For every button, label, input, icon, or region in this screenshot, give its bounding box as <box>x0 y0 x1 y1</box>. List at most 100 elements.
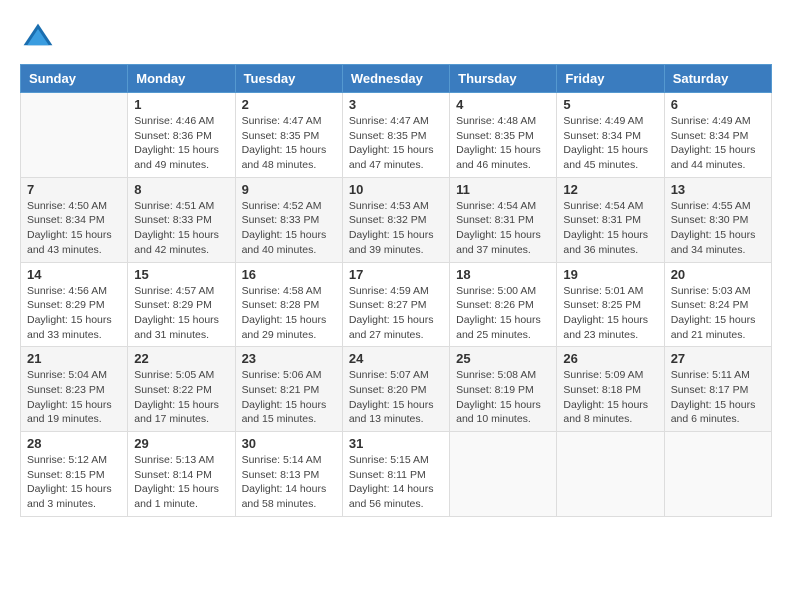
header-sunday: Sunday <box>21 65 128 93</box>
day-info: Sunrise: 4:52 AMSunset: 8:33 PMDaylight:… <box>242 199 336 258</box>
calendar-cell <box>664 432 771 517</box>
calendar-cell: 27 Sunrise: 5:11 AMSunset: 8:17 PMDayligh… <box>664 347 771 432</box>
day-info: Sunrise: 5:00 AMSunset: 8:26 PMDaylight:… <box>456 284 550 343</box>
day-info: Sunrise: 5:05 AMSunset: 8:22 PMDaylight:… <box>134 368 228 427</box>
day-info: Sunrise: 5:08 AMSunset: 8:19 PMDaylight:… <box>456 368 550 427</box>
calendar-cell: 22Sunrise: 5:05 AMSunset: 8:22 PMDayligh… <box>128 347 235 432</box>
day-number: 21 <box>27 351 121 366</box>
calendar-cell: 4 Sunrise: 4:48 AMSunset: 8:35 PMDaylight… <box>450 93 557 178</box>
day-number: 23 <box>242 351 336 366</box>
calendar-cell: 31 Sunrise: 5:15 AMSunset: 8:11 PMDayligh… <box>342 432 449 517</box>
day-number: 14 <box>27 267 121 282</box>
day-info: Sunrise: 4:47 AMSunset: 8:35 PMDaylight:… <box>242 114 336 173</box>
day-info: Sunrise: 5:03 AMSunset: 8:24 PMDaylight:… <box>671 284 765 343</box>
day-info: Sunrise: 4:49 AMSunset: 8:34 PMDaylight:… <box>671 114 765 173</box>
day-number: 15 <box>134 267 228 282</box>
day-info: Sunrise: 5:14 AMSunset: 8:13 PMDaylight:… <box>242 453 336 512</box>
day-number: 25 <box>456 351 550 366</box>
calendar-cell: 28 Sunrise: 5:12 AMSunset: 8:15 PMDayligh… <box>21 432 128 517</box>
calendar-cell: 2 Sunrise: 4:47 AMSunset: 8:35 PMDaylight… <box>235 93 342 178</box>
calendar-week-row: 28 Sunrise: 5:12 AMSunset: 8:15 PMDayligh… <box>21 432 772 517</box>
day-info: Sunrise: 4:50 AMSunset: 8:34 PMDaylight:… <box>27 199 121 258</box>
header-friday: Friday <box>557 65 664 93</box>
day-number: 9 <box>242 182 336 197</box>
calendar-table: SundayMondayTuesdayWednesdayThursdayFrid… <box>20 64 772 517</box>
day-info: Sunrise: 4:58 AMSunset: 8:28 PMDaylight:… <box>242 284 336 343</box>
calendar-cell: 29Sunrise: 5:13 AMSunset: 8:14 PMDayligh… <box>128 432 235 517</box>
header-thursday: Thursday <box>450 65 557 93</box>
calendar-cell: 30Sunrise: 5:14 AMSunset: 8:13 PMDayligh… <box>235 432 342 517</box>
calendar-cell: 17 Sunrise: 4:59 AMSunset: 8:27 PMDayligh… <box>342 262 449 347</box>
day-number: 31 <box>349 436 443 451</box>
day-number: 16 <box>242 267 336 282</box>
calendar-week-row: 14 Sunrise: 4:56 AMSunset: 8:29 PMDayligh… <box>21 262 772 347</box>
calendar-cell <box>450 432 557 517</box>
calendar-header-row: SundayMondayTuesdayWednesdayThursdayFrid… <box>21 65 772 93</box>
day-number: 28 <box>27 436 121 451</box>
calendar-cell: 8 Sunrise: 4:51 AMSunset: 8:33 PMDaylight… <box>128 177 235 262</box>
day-number: 11 <box>456 182 550 197</box>
day-number: 4 <box>456 97 550 112</box>
calendar-week-row: 1Sunrise: 4:46 AMSunset: 8:36 PMDaylight… <box>21 93 772 178</box>
calendar-cell: 25 Sunrise: 5:08 AMSunset: 8:19 PMDayligh… <box>450 347 557 432</box>
header-monday: Monday <box>128 65 235 93</box>
calendar-cell: 5Sunrise: 4:49 AMSunset: 8:34 PMDaylight… <box>557 93 664 178</box>
day-info: Sunrise: 5:06 AMSunset: 8:21 PMDaylight:… <box>242 368 336 427</box>
day-info: Sunrise: 4:54 AMSunset: 8:31 PMDaylight:… <box>456 199 550 258</box>
header-tuesday: Tuesday <box>235 65 342 93</box>
calendar-cell: 14 Sunrise: 4:56 AMSunset: 8:29 PMDayligh… <box>21 262 128 347</box>
calendar-cell: 20 Sunrise: 5:03 AMSunset: 8:24 PMDayligh… <box>664 262 771 347</box>
calendar-cell: 24 Sunrise: 5:07 AMSunset: 8:20 PMDayligh… <box>342 347 449 432</box>
logo <box>20 20 60 56</box>
day-number: 19 <box>563 267 657 282</box>
day-info: Sunrise: 5:11 AMSunset: 8:17 PMDaylight:… <box>671 368 765 427</box>
day-number: 5 <box>563 97 657 112</box>
day-info: Sunrise: 4:56 AMSunset: 8:29 PMDaylight:… <box>27 284 121 343</box>
day-info: Sunrise: 5:09 AMSunset: 8:18 PMDaylight:… <box>563 368 657 427</box>
day-info: Sunrise: 4:59 AMSunset: 8:27 PMDaylight:… <box>349 284 443 343</box>
day-info: Sunrise: 5:04 AMSunset: 8:23 PMDaylight:… <box>27 368 121 427</box>
day-info: Sunrise: 5:07 AMSunset: 8:20 PMDaylight:… <box>349 368 443 427</box>
day-number: 1 <box>134 97 228 112</box>
day-number: 7 <box>27 182 121 197</box>
day-info: Sunrise: 5:13 AMSunset: 8:14 PMDaylight:… <box>134 453 228 512</box>
day-number: 8 <box>134 182 228 197</box>
calendar-week-row: 21 Sunrise: 5:04 AMSunset: 8:23 PMDayligh… <box>21 347 772 432</box>
day-number: 18 <box>456 267 550 282</box>
calendar-cell: 6 Sunrise: 4:49 AMSunset: 8:34 PMDaylight… <box>664 93 771 178</box>
day-info: Sunrise: 5:01 AMSunset: 8:25 PMDaylight:… <box>563 284 657 343</box>
day-number: 17 <box>349 267 443 282</box>
calendar-cell: 10 Sunrise: 4:53 AMSunset: 8:32 PMDayligh… <box>342 177 449 262</box>
day-info: Sunrise: 4:51 AMSunset: 8:33 PMDaylight:… <box>134 199 228 258</box>
day-info: Sunrise: 4:57 AMSunset: 8:29 PMDaylight:… <box>134 284 228 343</box>
day-info: Sunrise: 4:53 AMSunset: 8:32 PMDaylight:… <box>349 199 443 258</box>
calendar-cell: 16 Sunrise: 4:58 AMSunset: 8:28 PMDayligh… <box>235 262 342 347</box>
day-info: Sunrise: 5:12 AMSunset: 8:15 PMDaylight:… <box>27 453 121 512</box>
header-saturday: Saturday <box>664 65 771 93</box>
calendar-cell: 1Sunrise: 4:46 AMSunset: 8:36 PMDaylight… <box>128 93 235 178</box>
day-number: 3 <box>349 97 443 112</box>
day-number: 24 <box>349 351 443 366</box>
day-number: 2 <box>242 97 336 112</box>
calendar-cell: 7 Sunrise: 4:50 AMSunset: 8:34 PMDaylight… <box>21 177 128 262</box>
calendar-cell: 9 Sunrise: 4:52 AMSunset: 8:33 PMDaylight… <box>235 177 342 262</box>
calendar-cell: 26Sunrise: 5:09 AMSunset: 8:18 PMDayligh… <box>557 347 664 432</box>
logo-icon <box>20 20 56 56</box>
page-header <box>20 20 772 56</box>
day-number: 20 <box>671 267 765 282</box>
day-number: 6 <box>671 97 765 112</box>
calendar-week-row: 7 Sunrise: 4:50 AMSunset: 8:34 PMDaylight… <box>21 177 772 262</box>
calendar-cell: 13Sunrise: 4:55 AMSunset: 8:30 PMDayligh… <box>664 177 771 262</box>
header-wednesday: Wednesday <box>342 65 449 93</box>
day-number: 10 <box>349 182 443 197</box>
day-info: Sunrise: 4:55 AMSunset: 8:30 PMDaylight:… <box>671 199 765 258</box>
calendar-cell: 3 Sunrise: 4:47 AMSunset: 8:35 PMDaylight… <box>342 93 449 178</box>
calendar-cell <box>557 432 664 517</box>
day-info: Sunrise: 4:54 AMSunset: 8:31 PMDaylight:… <box>563 199 657 258</box>
day-info: Sunrise: 4:47 AMSunset: 8:35 PMDaylight:… <box>349 114 443 173</box>
day-info: Sunrise: 4:48 AMSunset: 8:35 PMDaylight:… <box>456 114 550 173</box>
day-number: 27 <box>671 351 765 366</box>
calendar-cell: 11 Sunrise: 4:54 AMSunset: 8:31 PMDayligh… <box>450 177 557 262</box>
day-info: Sunrise: 5:15 AMSunset: 8:11 PMDaylight:… <box>349 453 443 512</box>
day-number: 12 <box>563 182 657 197</box>
